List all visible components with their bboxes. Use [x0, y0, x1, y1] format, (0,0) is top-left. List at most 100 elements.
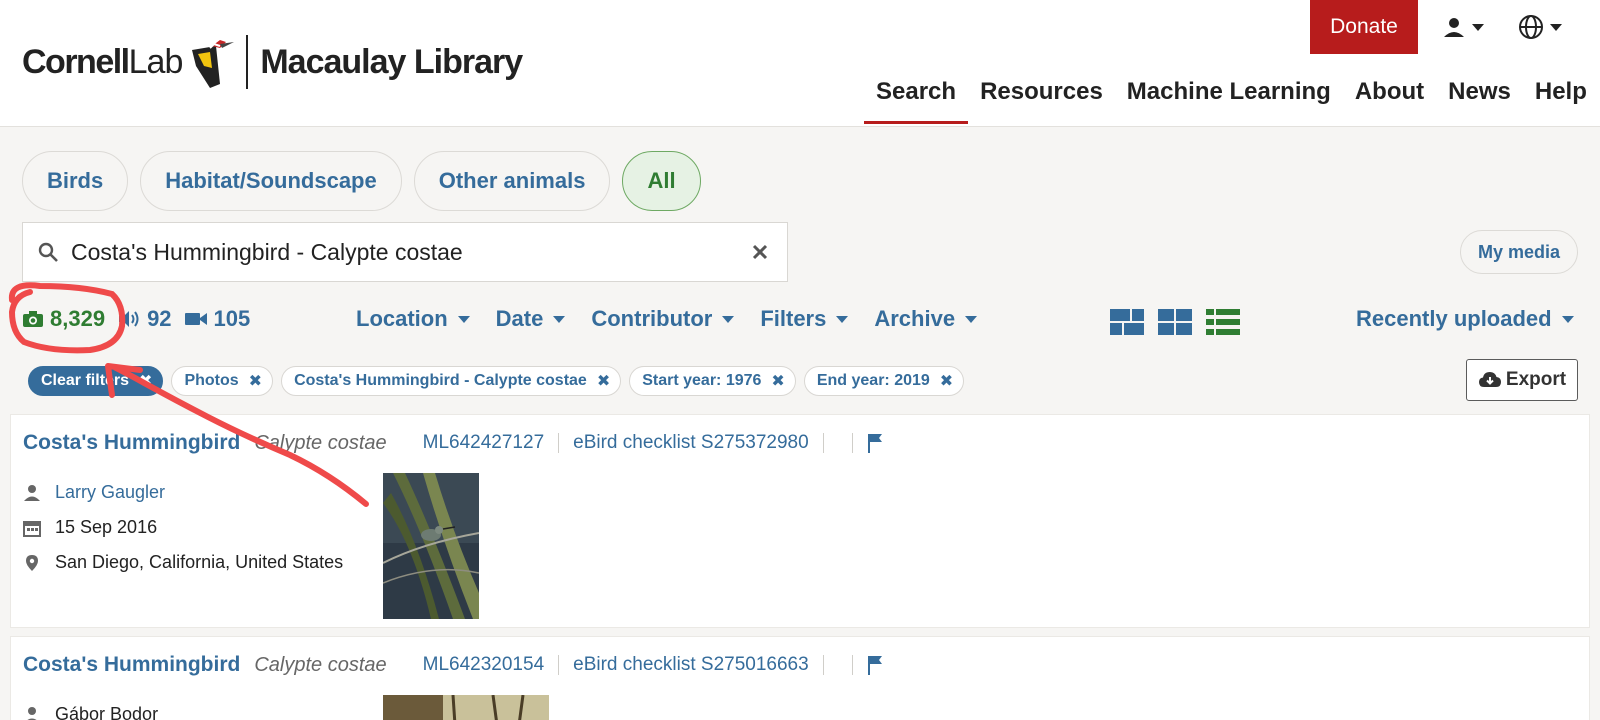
chevron-down-icon — [457, 315, 470, 323]
export-button[interactable]: Export — [1466, 359, 1578, 401]
person-icon — [24, 484, 40, 501]
divider — [822, 433, 824, 453]
result-metadata: Gábor Bodor — [23, 697, 158, 720]
species-chip-label: Costa's Hummingbird - Calypte costae — [294, 372, 587, 389]
media-category-tabs: Birds Habitat/Soundscape Other animals A… — [22, 151, 701, 211]
flag-icon[interactable] — [867, 433, 883, 453]
filter-location-label: Location — [356, 306, 448, 331]
chevron-down-icon — [965, 315, 978, 323]
chevron-down-icon — [553, 315, 566, 323]
tab-all[interactable]: All — [622, 151, 701, 211]
clear-filters-label: Clear filters — [41, 372, 130, 389]
camera-icon — [23, 311, 43, 327]
filter-archive[interactable]: Archive — [874, 306, 978, 332]
woodpecker-logo-icon — [192, 40, 235, 88]
hummingbird-photo-thumbnail[interactable] — [383, 473, 479, 619]
search-input[interactable] — [59, 238, 749, 266]
chevron-down-icon — [1561, 315, 1574, 323]
divider — [558, 433, 560, 453]
observer-name[interactable]: Gábor Bodor — [55, 704, 158, 720]
species-common-name-link[interactable]: Costa's Hummingbird — [23, 653, 240, 677]
logo-lab-text: Lab — [128, 42, 184, 81]
observation-location: San Diego, California, United States — [55, 552, 344, 572]
filter-contributor[interactable]: Contributor — [591, 306, 735, 332]
divider — [822, 655, 824, 675]
flag-icon[interactable] — [867, 655, 883, 675]
nav-help[interactable]: Help — [1523, 74, 1599, 124]
nav-news[interactable]: News — [1436, 74, 1523, 124]
filter-filters[interactable]: Filters — [760, 306, 849, 332]
species-scientific-name: Calypte costae — [254, 653, 387, 676]
account-menu[interactable] — [1442, 12, 1498, 42]
observer-link[interactable]: Larry Gaugler — [55, 482, 165, 503]
clear-search-icon[interactable] — [749, 241, 771, 263]
result-header: Costa's Hummingbird Calypte costae ML642… — [23, 653, 883, 677]
list-view-icon[interactable] — [1206, 309, 1240, 335]
filter-date-label: Date — [495, 306, 544, 331]
ml-catalog-link[interactable]: ML642320154 — [423, 654, 545, 676]
location-row: San Diego, California, United States — [23, 545, 343, 580]
export-label: Export — [1505, 369, 1567, 390]
clear-filters-chip[interactable]: Clear filters ✖ — [28, 366, 164, 396]
close-icon: ✖ — [248, 373, 263, 390]
site-header: Cornell Lab Macaulay Library Donate Sear… — [0, 0, 1600, 127]
tab-other-animals[interactable]: Other animals — [413, 151, 611, 211]
my-media-button[interactable]: My media — [1460, 230, 1578, 274]
photo-thumbnail[interactable] — [383, 695, 549, 720]
grid-view-icon[interactable] — [1158, 309, 1192, 335]
end-year-chip-label: End year: 2019 — [816, 372, 930, 389]
start-year-chip[interactable]: Start year: 1976 ✖ — [629, 366, 796, 396]
ml-catalog-link[interactable]: ML642427127 — [423, 432, 545, 454]
nav-search[interactable]: Search — [864, 74, 969, 124]
person-icon — [26, 706, 38, 720]
divider — [851, 655, 853, 675]
species-chip[interactable]: Costa's Hummingbird - Calypte costae ✖ — [281, 366, 622, 396]
chevron-down-icon — [722, 315, 735, 323]
divider — [851, 433, 853, 453]
audio-count[interactable]: 92 — [117, 306, 172, 332]
logo-macaulay-text: Macaulay Library — [260, 42, 523, 81]
filter-date[interactable]: Date — [496, 306, 566, 332]
observer-row: Larry Gaugler — [23, 475, 343, 510]
sort-dropdown[interactable]: Recently uploaded — [1356, 306, 1574, 332]
start-year-chip-label: Start year: 1976 — [642, 372, 762, 389]
divider — [558, 655, 560, 675]
nav-machine-learning[interactable]: Machine Learning — [1115, 74, 1343, 124]
species-scientific-name: Calypte costae — [254, 431, 387, 454]
map-pin-icon — [26, 554, 38, 571]
globe-icon — [1519, 15, 1543, 39]
video-count[interactable]: 105 — [184, 306, 250, 332]
site-logo[interactable]: Cornell Lab Macaulay Library — [22, 34, 523, 90]
active-filter-chips: Clear filters ✖ Photos ✖ Costa's Hummingbi… — [28, 366, 965, 396]
cloud-download-icon — [1478, 372, 1501, 387]
photo-count[interactable]: 8,329 — [22, 306, 105, 332]
speaker-icon — [119, 311, 139, 327]
chevron-down-icon — [1472, 23, 1484, 31]
filter-filters-label: Filters — [760, 306, 827, 331]
logo-divider — [246, 35, 249, 89]
language-menu[interactable] — [1518, 12, 1578, 42]
end-year-chip[interactable]: End year: 2019 ✖ — [803, 366, 965, 396]
donate-button[interactable]: Donate — [1310, 0, 1418, 54]
observation-date: 15 Sep 2016 — [55, 517, 158, 537]
user-icon — [1444, 18, 1464, 37]
filter-bar: Location Date Contributor Filters Archiv… — [356, 306, 978, 332]
gallery-view-icon[interactable] — [1110, 309, 1144, 335]
ebird-checklist-link[interactable]: eBird checklist S275372980 — [573, 432, 809, 454]
video-camera-icon — [184, 313, 207, 325]
species-common-name-link[interactable]: Costa's Hummingbird — [23, 431, 240, 455]
tab-habitat-soundscape[interactable]: Habitat/Soundscape — [140, 151, 402, 211]
nav-about[interactable]: About — [1343, 74, 1436, 124]
photos-chip-label: Photos — [184, 372, 239, 389]
photos-chip[interactable]: Photos ✖ — [171, 366, 274, 396]
result-metadata: Larry Gaugler 15 Sep 2016 San Diego, Cal… — [23, 475, 343, 580]
close-icon: ✖ — [596, 373, 611, 390]
photo-count-value: 8,329 — [50, 306, 106, 331]
ebird-checklist-link[interactable]: eBird checklist S275016663 — [573, 654, 809, 676]
nav-resources[interactable]: Resources — [968, 74, 1115, 124]
filter-location[interactable]: Location — [356, 306, 470, 332]
main-nav: Search Resources Machine Learning About … — [864, 74, 1599, 124]
tab-birds[interactable]: Birds — [22, 151, 129, 211]
species-search-box — [22, 222, 788, 282]
audio-count-value: 92 — [147, 306, 172, 331]
